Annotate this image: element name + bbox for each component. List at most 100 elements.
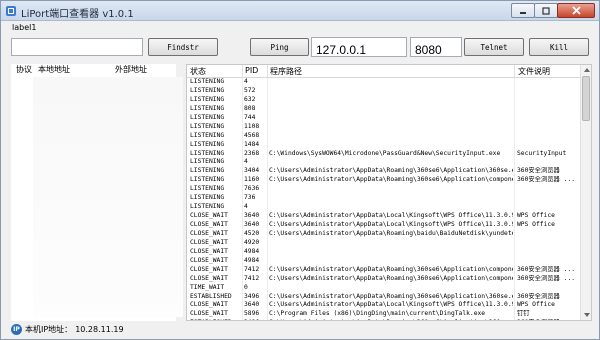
cell-state: LISTENING: [190, 158, 225, 166]
table-row[interactable]: CLOSE_WAIT 7412 C:\Users\Administrator\App…: [187, 275, 581, 284]
app-icon: [6, 6, 16, 16]
cell-state: LISTENING: [190, 176, 225, 184]
cell-pid: 7636: [244, 185, 260, 193]
table-row[interactable]: LISTENING 4568: [187, 132, 581, 141]
column-header-remote-address[interactable]: 外部地址: [115, 64, 147, 77]
local-ip-label: 本机IP地址：: [25, 324, 73, 334]
table-row[interactable]: CLOSE_WAIT 3640 C:\Users\Administrator\App…: [187, 301, 581, 310]
table-row[interactable]: CLOSE_WAIT 4520 C:\Users\Administrator\App…: [187, 230, 581, 239]
title-bar[interactable]: LiPort端口查看器 v1.0.1: [1, 1, 599, 21]
maximize-button[interactable]: [534, 3, 558, 18]
cell-state: LISTENING: [190, 194, 225, 202]
cell-state: LISTENING: [190, 113, 225, 121]
cell-state: CLOSE_WAIT: [190, 256, 228, 264]
close-button[interactable]: [557, 3, 595, 18]
table-row[interactable]: LISTENING 736: [187, 194, 581, 203]
cell-description: WPS Office: [517, 212, 555, 220]
table-row[interactable]: LISTENING 572: [187, 87, 581, 96]
scroll-thumb[interactable]: [582, 76, 590, 121]
cell-pid: 4984: [244, 247, 260, 255]
table-row[interactable]: CLOSE_WAIT 3640 C:\Users\Administrator\App…: [187, 212, 581, 221]
scroll-up-button[interactable]: [582, 65, 591, 75]
cell-state: CLOSE_WAIT: [190, 221, 228, 228]
label1: label1: [12, 23, 37, 32]
cell-pid: 5896: [244, 310, 260, 318]
cell-description: SecurityInput: [517, 149, 567, 157]
table-row[interactable]: LISTENING 3404 C:\Users\Administrator\AppD…: [187, 167, 581, 176]
telnet-button[interactable]: Telnet: [464, 38, 524, 56]
cell-pid: 4520: [244, 229, 260, 237]
table-row[interactable]: CLOSE_WAIT 3640 C:\Users\Administrator\App…: [187, 221, 581, 230]
cell-pid: 3404: [244, 167, 260, 175]
table-row[interactable]: LISTENING 4: [187, 78, 581, 87]
table-row[interactable]: LISTENING 4: [187, 203, 581, 212]
cell-state: LISTENING: [190, 149, 225, 157]
column-header-state[interactable]: 状态: [190, 66, 206, 77]
table-row[interactable]: LISTENING 1108: [187, 123, 581, 132]
table-row[interactable]: LISTENING 744: [187, 114, 581, 123]
minimize-button[interactable]: [511, 3, 535, 18]
table-row[interactable]: LISTENING 632: [187, 96, 581, 105]
column-header-path[interactable]: 程序路径: [270, 66, 302, 77]
cell-pid: 572: [244, 86, 256, 94]
table-row[interactable]: ESTABLISHED3496C:\Users\Administrator\Ap…: [187, 319, 581, 320]
cell-state: CLOSE_WAIT: [190, 274, 228, 282]
cell-pid: 0: [244, 283, 248, 291]
cell-state: CLOSE_WAIT: [190, 265, 228, 273]
ping-button[interactable]: Ping: [250, 38, 309, 56]
table-row[interactable]: CLOSE_WAIT 4920: [187, 239, 581, 248]
ip-input[interactable]: 127.0.0.1: [311, 37, 407, 57]
cell-state: LISTENING: [190, 185, 225, 193]
findstr-input[interactable]: [11, 38, 143, 56]
vertical-scrollbar[interactable]: [580, 65, 591, 320]
table-row[interactable]: CLOSE_WAIT 4984: [187, 248, 581, 257]
table-row[interactable]: LISTENING 808: [187, 105, 581, 114]
cell-state: CLOSE_WAIT: [190, 310, 228, 318]
kill-button[interactable]: Kill: [529, 38, 589, 56]
cell-path: C:\Users\Administrator\AppData\Roaming\3…: [269, 274, 513, 282]
cell-description: 360安全浏览器 ...: [517, 176, 576, 184]
cell-pid: 4: [244, 158, 248, 166]
cell-pid: 4984: [244, 256, 260, 264]
cell-state: LISTENING: [190, 140, 225, 148]
cell-state: ESTABLISHED: [190, 292, 232, 300]
cell-state: CLOSE_WAIT: [190, 229, 228, 237]
port-input[interactable]: 8080: [410, 37, 462, 57]
table-row[interactable]: LISTENING 1160 C:\Users\Administrator\AppD…: [187, 176, 581, 185]
cell-state: LISTENING: [190, 131, 225, 139]
cell-state: ESTABLISHED: [190, 319, 242, 320]
table-row[interactable]: LISTENING 1484: [187, 141, 581, 150]
scroll-down-button[interactable]: [582, 310, 591, 320]
cell-pid: 1484: [244, 140, 260, 148]
cell-path: C:\Users\Administrator\AppData\Roaming\b…: [269, 229, 513, 237]
cell-pid: 4568: [244, 131, 260, 139]
table-row[interactable]: CLOSE_WAIT 4984: [187, 257, 581, 266]
cell-path: C:\Users\Administrator\AppData\Roaming\3…: [269, 265, 513, 273]
app-window: LiPort端口查看器 v1.0.1 label1 Findstr Ping 1…: [0, 0, 600, 340]
cell-pid: 3640: [244, 221, 260, 228]
table-row[interactable]: LISTENING 7636: [187, 185, 581, 194]
cell-state: CLOSE_WAIT: [190, 238, 228, 246]
table-row[interactable]: LISTENING 2368 C:\Windows\SysWOW64\Microdo…: [187, 150, 581, 159]
cell-description: WPS Office: [517, 301, 555, 309]
table-row[interactable]: ESTABLISHED3496C:\Users\Administrator\Ap…: [187, 293, 581, 302]
column-header-local-address[interactable]: 本地地址: [38, 64, 70, 77]
column-header-protocol[interactable]: 协议: [16, 64, 32, 77]
cell-description: 360安全浏览器: [517, 292, 560, 300]
cell-state: TIME_WAIT: [190, 283, 225, 291]
table-row[interactable]: TIME_WAIT 0: [187, 284, 581, 293]
cell-description: 360安全浏览器 ...: [517, 265, 576, 273]
findstr-button[interactable]: Findstr: [148, 38, 218, 56]
cell-state: LISTENING: [190, 104, 225, 112]
cell-pid: 3496: [244, 292, 260, 300]
table-row[interactable]: CLOSE_WAIT 7412 C:\Users\Administrator\App…: [187, 266, 581, 275]
column-header-pid[interactable]: PID: [245, 66, 258, 75]
cell-path: C:\Users\Administrator\AppData\Local\Kin…: [269, 301, 513, 309]
window-title: LiPort端口查看器 v1.0.1: [21, 9, 134, 20]
table-row[interactable]: LISTENING 4: [187, 158, 581, 167]
cell-description: 360安全浏览器: [517, 167, 560, 175]
cell-path: C:\Users\Administrator\AppData\Local\Kin…: [269, 221, 513, 228]
column-header-description[interactable]: 文件说明: [518, 66, 550, 77]
process-table[interactable]: 状态 PID 程序路径 文件说明 LISTENING 4 LISTENING 572 L…: [186, 64, 592, 321]
table-row[interactable]: CLOSE_WAIT 5896 C:\Program Files (x86)\Din…: [187, 310, 581, 319]
